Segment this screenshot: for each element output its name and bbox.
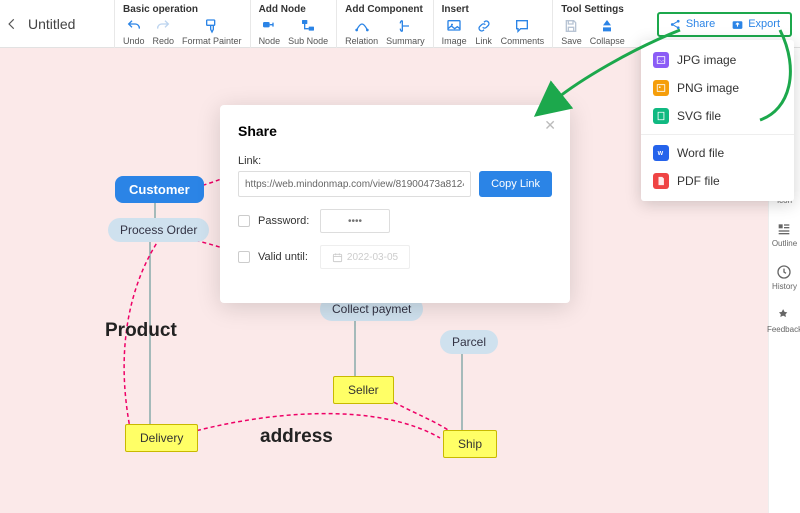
redo-button[interactable]: Redo	[153, 17, 175, 46]
summary-button[interactable]: Summary	[386, 17, 425, 46]
node-process-order[interactable]: Process Order	[108, 218, 209, 242]
png-icon	[653, 80, 669, 96]
export-svg[interactable]: SVG file	[641, 102, 794, 130]
password-label: Password:	[258, 215, 312, 227]
calendar-icon	[332, 252, 343, 263]
summary-icon	[396, 17, 414, 35]
group-basic-operation: Basic operation Undo Redo Format Painter	[114, 0, 250, 48]
share-modal: Share ✕ Link: Copy Link Password: Valid …	[220, 105, 570, 303]
redo-icon	[154, 17, 172, 35]
feedback-icon	[777, 307, 793, 323]
export-icon	[731, 18, 744, 31]
svg-icon	[653, 108, 669, 124]
save-icon	[562, 17, 580, 35]
undo-button[interactable]: Undo	[123, 17, 145, 46]
collapse-icon	[598, 17, 616, 35]
group-add-node: Add Node Node Sub Node	[250, 0, 337, 48]
comment-icon	[513, 17, 531, 35]
jpg-icon	[653, 52, 669, 68]
label-product: Product	[105, 320, 177, 342]
export-jpg[interactable]: JPG image	[641, 46, 794, 74]
copy-link-button[interactable]: Copy Link	[479, 171, 552, 197]
group-insert: Insert Image Link Comments	[433, 0, 553, 48]
node-seller[interactable]: Seller	[333, 376, 394, 404]
format-painter-icon	[203, 17, 221, 35]
close-icon[interactable]: ✕	[544, 117, 556, 134]
svg-text:W: W	[658, 151, 664, 157]
pdf-icon	[653, 173, 669, 189]
relation-icon	[353, 17, 371, 35]
share-export-highlight: Share Export	[657, 12, 792, 37]
valid-until-input[interactable]: 2022-03-05	[320, 245, 410, 269]
rail-history[interactable]: History	[772, 264, 797, 291]
rail-feedback[interactable]: Feedback	[767, 307, 800, 334]
sub-node-icon	[299, 17, 317, 35]
node-ship[interactable]: Ship	[443, 430, 497, 458]
link-label: Link:	[238, 155, 552, 167]
valid-until-label: Valid until:	[258, 251, 312, 263]
share-button[interactable]: Share	[661, 15, 723, 34]
link-icon	[475, 17, 493, 35]
rail-outline[interactable]: Outline	[772, 221, 797, 248]
password-input[interactable]	[320, 209, 390, 233]
link-button[interactable]: Link	[475, 17, 493, 46]
export-menu: JPG image PNG image SVG file W Word file…	[641, 40, 794, 201]
export-word[interactable]: W Word file	[641, 139, 794, 167]
valid-until-checkbox[interactable]	[238, 251, 250, 263]
export-separator	[641, 134, 794, 135]
image-icon	[445, 17, 463, 35]
export-pdf[interactable]: PDF file	[641, 167, 794, 195]
export-button[interactable]: Export	[723, 15, 788, 34]
sub-node-button[interactable]: Sub Node	[288, 17, 328, 46]
back-button[interactable]	[0, 0, 24, 48]
collapse-button[interactable]: Collapse	[590, 17, 625, 46]
node-customer[interactable]: Customer	[115, 176, 204, 203]
word-icon: W	[653, 145, 669, 161]
undo-icon	[125, 17, 143, 35]
comments-button[interactable]: Comments	[501, 17, 545, 46]
node-icon	[260, 17, 278, 35]
label-address: address	[260, 426, 333, 448]
share-icon	[669, 18, 682, 31]
image-button[interactable]: Image	[442, 17, 467, 46]
chevron-left-icon	[5, 17, 19, 31]
history-icon	[776, 264, 792, 280]
node-parcel[interactable]: Parcel	[440, 330, 498, 354]
save-button[interactable]: Save	[561, 17, 582, 46]
export-png[interactable]: PNG image	[641, 74, 794, 102]
outline-icon	[776, 221, 792, 237]
document-title[interactable]: Untitled	[24, 0, 114, 48]
node-button[interactable]: Node	[259, 17, 281, 46]
group-tool-settings: Tool Settings Save Collapse	[552, 0, 633, 48]
share-title: Share	[238, 123, 552, 139]
format-painter-button[interactable]: Format Painter	[182, 17, 242, 46]
group-add-component: Add Component Relation Summary	[336, 0, 433, 48]
node-delivery[interactable]: Delivery	[125, 424, 198, 452]
relation-button[interactable]: Relation	[345, 17, 378, 46]
share-link-input[interactable]	[238, 171, 471, 197]
password-checkbox[interactable]	[238, 215, 250, 227]
